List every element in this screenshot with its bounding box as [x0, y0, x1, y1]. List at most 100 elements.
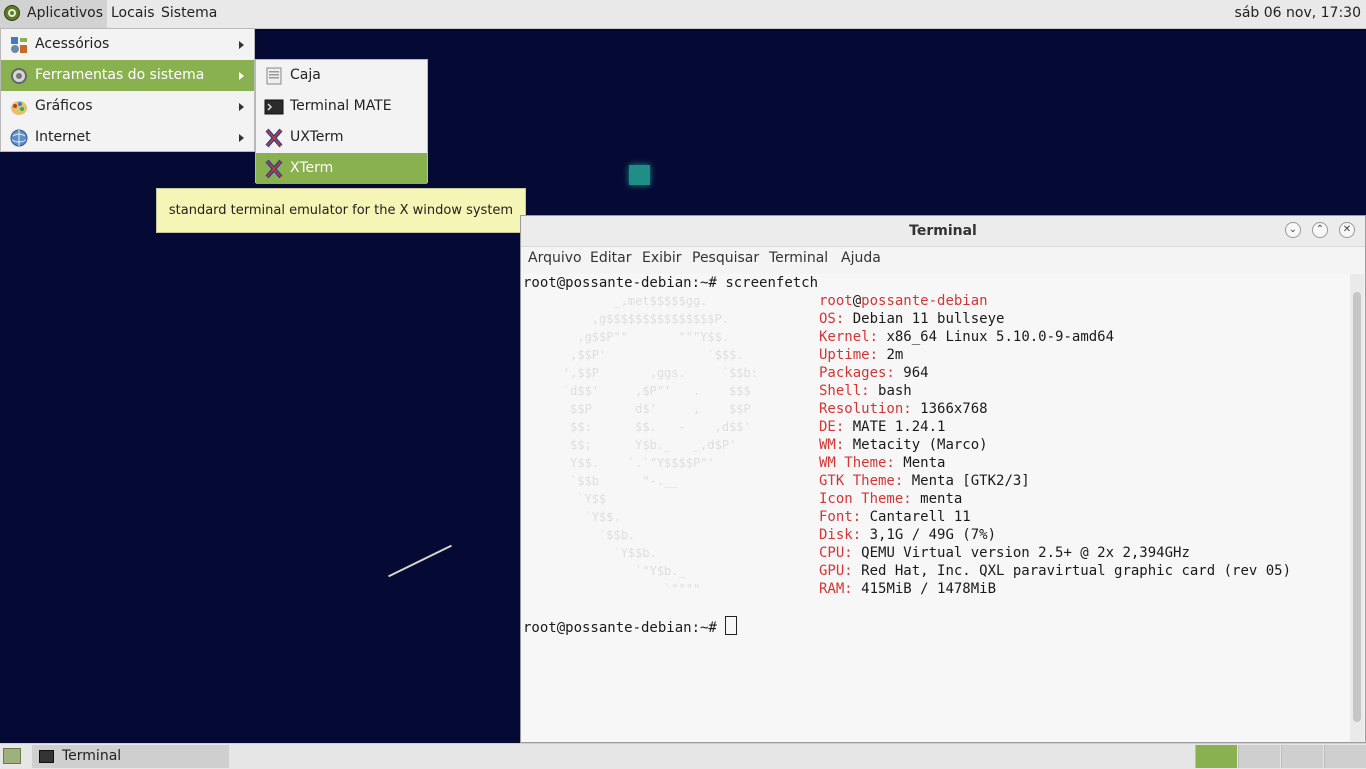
system-menu-button[interactable]: Sistema — [157, 0, 221, 28]
system-info-value: 415MiB / 1478MiB — [861, 581, 997, 597]
system-info-value: x86_64 Linux 5.10.0-9-amd64 — [886, 329, 1115, 345]
submenu-arrow-icon — [239, 103, 244, 111]
menu-item-uxterm[interactable]: UXTerm — [256, 122, 427, 153]
menu-terminal[interactable]: Terminal — [769, 250, 828, 266]
scrollbar-thumb[interactable] — [1353, 292, 1361, 722]
taskbar-window-label: Terminal — [62, 748, 122, 764]
system-info-value: Metacity (Marco) — [852, 437, 988, 453]
system-info-line: WM Theme: Menta — [819, 454, 945, 472]
menu-item-graphics[interactable]: Gráficos — [1, 91, 254, 122]
workspace-4[interactable] — [1324, 745, 1366, 768]
menu-item-xterm[interactable]: XTerm — [256, 153, 427, 184]
caja-icon — [266, 67, 282, 85]
system-info-value: menta — [920, 491, 963, 507]
menu-arquivo[interactable]: Arquivo — [528, 250, 582, 266]
system-info-line: Resolution: 1366x768 — [819, 400, 988, 418]
system-info-line: Uptime: 2m — [819, 346, 903, 364]
menu-item-label: Internet — [35, 129, 91, 145]
minimize-button[interactable]: ⌄ — [1285, 222, 1301, 238]
system-info-value: 2m — [886, 347, 904, 363]
system-info-line: Icon Theme: menta — [819, 490, 962, 508]
applications-menu-button[interactable]: Aplicativos — [0, 0, 108, 28]
system-info-line: OS: Debian 11 bullseye — [819, 310, 1004, 328]
places-menu-button[interactable]: Locais — [107, 0, 159, 28]
desktop-decoration-square — [629, 165, 650, 185]
xterm-icon — [265, 159, 283, 179]
applications-menu-label: Aplicativos — [27, 5, 104, 21]
show-desktop-button[interactable] — [3, 748, 21, 764]
system-info-label: Icon Theme: — [819, 491, 912, 507]
system-info-label: OS: — [819, 311, 845, 327]
host: possante-debian — [861, 293, 988, 309]
menu-pesquisar[interactable]: Pesquisar — [692, 250, 759, 266]
prompt-line: root@possante-debian:~# — [523, 616, 738, 637]
menu-item-accessories[interactable]: Acessórios — [1, 29, 254, 60]
system-info-value: QEMU Virtual version 2.5+ @ 2x 2,394GHz — [861, 545, 1190, 561]
menu-item-label: Caja — [290, 67, 321, 83]
submenu-arrow-icon — [239, 134, 244, 142]
command: screenfetch — [725, 275, 819, 291]
system-info-line: GTK Theme: Menta [GTK2/3] — [819, 472, 1030, 490]
maximize-button[interactable]: ⌃ — [1312, 222, 1328, 238]
system-info-label: GPU: — [819, 563, 853, 579]
system-info-label: Shell: — [819, 383, 870, 399]
mate-logo-icon — [4, 5, 20, 21]
terminal-menubar: Arquivo Editar Exibir Pesquisar Terminal… — [521, 247, 1365, 272]
system-info-value: 3,1G / 49G (7%) — [869, 527, 997, 543]
tooltip: standard terminal emulator for the X win… — [156, 188, 526, 233]
terminal-scrollbar[interactable] — [1350, 274, 1364, 742]
menu-item-terminal-mate[interactable]: Terminal MATE — [256, 91, 427, 122]
system-info-label: DE: — [819, 419, 845, 435]
desktop-decoration-line — [388, 544, 452, 578]
submenu-arrow-icon — [239, 72, 244, 80]
system-info-label: CPU: — [819, 545, 853, 561]
taskbar-window-terminal[interactable]: Terminal — [32, 745, 229, 768]
menu-editar[interactable]: Editar — [590, 250, 631, 266]
menu-item-label: Ferramentas do sistema — [35, 67, 205, 83]
workspace-2[interactable] — [1238, 745, 1280, 768]
terminal-mate-icon — [264, 99, 284, 115]
terminal-icon — [39, 750, 54, 763]
system-info-label: Uptime: — [819, 347, 879, 363]
menu-item-label: UXTerm — [290, 129, 344, 145]
system-info-label: Font: — [819, 509, 862, 525]
window-titlebar[interactable]: Terminal ⌄ ⌃ ✕ — [521, 216, 1365, 247]
system-info-value: 964 — [903, 365, 929, 381]
system-info-value: Menta — [903, 455, 946, 471]
menu-item-label: Terminal MATE — [290, 98, 392, 114]
close-button[interactable]: ✕ — [1339, 222, 1355, 238]
system-info-line: Font: Cantarell 11 — [819, 508, 971, 526]
menu-exibir[interactable]: Exibir — [642, 250, 682, 266]
system-info-label: RAM: — [819, 581, 853, 597]
at-sign: @ — [852, 293, 862, 309]
menu-item-internet[interactable]: Internet — [1, 122, 254, 153]
workspace-1[interactable] — [1195, 745, 1237, 768]
system-info-line: Disk: 3,1G / 49G (7%) — [819, 526, 996, 544]
uxterm-icon — [265, 128, 283, 148]
text-cursor — [725, 616, 738, 635]
menu-item-caja[interactable]: Caja — [256, 60, 427, 91]
terminal-output[interactable]: root@possante-debian:~# screenfetch _,me… — [522, 274, 1351, 742]
internet-icon — [10, 129, 28, 147]
menu-item-system-tools[interactable]: Ferramentas do sistema — [1, 60, 254, 91]
system-info-label: Kernel: — [819, 329, 879, 345]
clock[interactable]: sáb 06 nov, 17:30 — [1235, 0, 1361, 27]
applications-menu: Acessórios Ferramentas do sistema Gráfic… — [0, 28, 255, 152]
terminal-window: Terminal ⌄ ⌃ ✕ Arquivo Editar Exibir Pes… — [520, 215, 1366, 743]
workspace-3[interactable] — [1281, 745, 1323, 768]
system-info-label: Packages: — [819, 365, 895, 381]
system-info-value: Debian 11 bullseye — [852, 311, 1005, 327]
bottom-panel: Terminal — [0, 743, 1366, 769]
system-info-line: CPU: QEMU Virtual version 2.5+ @ 2x 2,39… — [819, 544, 1190, 562]
system-info-line: WM: Metacity (Marco) — [819, 436, 988, 454]
system-info-label: WM: — [819, 437, 845, 453]
menu-ajuda[interactable]: Ajuda — [841, 250, 881, 266]
user-host-line: root@possante-debian — [819, 292, 988, 310]
system-info-label: Disk: — [819, 527, 862, 543]
system-info-value: Menta [GTK2/3] — [911, 473, 1030, 489]
menu-item-label: Gráficos — [35, 98, 93, 114]
system-info-value: bash — [878, 383, 912, 399]
system-info-line: GPU: Red Hat, Inc. QXL paravirtual graph… — [819, 562, 1291, 580]
system-info-value: MATE 1.24.1 — [852, 419, 946, 435]
menu-item-label: XTerm — [290, 160, 334, 176]
